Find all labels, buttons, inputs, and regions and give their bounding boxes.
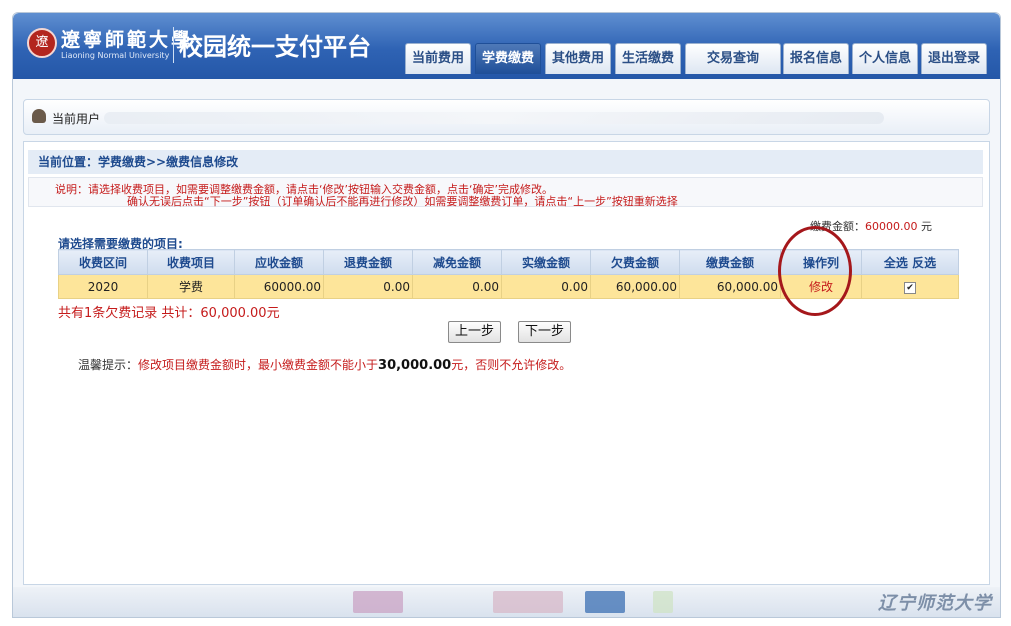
- col-period: 收费区间: [58, 249, 148, 275]
- footer: 辽宁师范大学: [13, 587, 1000, 617]
- payment-amount-value: 60000.00: [865, 220, 918, 233]
- warm-tips: 温馨提示：修改项目缴费金额时，最小缴费金额不能小于30,000.00元，否则不允…: [78, 356, 571, 373]
- header: 遼 遼寧師範大學 Liaoning Normal University 校园统一…: [13, 13, 1000, 79]
- cell-select: ✔: [861, 274, 959, 299]
- cell-refund: 0.00: [323, 274, 413, 299]
- tab-registration-info[interactable]: 报名信息: [783, 43, 849, 74]
- university-name-en: Liaoning Normal University: [61, 51, 170, 60]
- col-discount: 减免金额: [412, 249, 502, 275]
- col-receivable: 应收金额: [234, 249, 324, 275]
- tips-min-amount: 30,000.00: [378, 358, 452, 373]
- instructions-notice: 说明：请选择收费项目，如需要调整缴费金额，请点击‘修改’按钮输入交费金额，点击‘…: [28, 177, 983, 208]
- col-refund: 退费金额: [323, 249, 413, 275]
- cell-paid: 0.00: [501, 274, 591, 299]
- col-item: 收费项目: [147, 249, 235, 275]
- notice-line-2: 确认无误后点击“下一步”按钮（订单确认后不能再进行修改）如需要调整缴费订单，请点…: [127, 195, 678, 208]
- breadcrumb: 当前位置：学费缴费>>缴费信息修改: [28, 150, 983, 174]
- university-seal-logo: 遼: [27, 28, 57, 58]
- payment-amount-unit: 元: [921, 220, 932, 233]
- tips-prefix: 温馨提示：: [78, 358, 139, 372]
- footer-blur-3: [585, 591, 625, 613]
- tab-logout[interactable]: 退出登录: [921, 43, 987, 74]
- col-select-all-invert[interactable]: 全选 反选: [861, 249, 959, 275]
- footer-blur-2: [493, 591, 563, 613]
- app-frame: 遼 遼寧師範大學 Liaoning Normal University 校园统一…: [12, 12, 1001, 618]
- tab-transaction-query[interactable]: 交易查询: [685, 43, 781, 74]
- cell-payment: 60,000.00: [679, 274, 781, 299]
- col-owed: 欠费金额: [590, 249, 680, 275]
- tab-tuition-payment[interactable]: 学费缴费: [475, 43, 541, 74]
- main-content: 当前位置：学费缴费>>缴费信息修改 说明：请选择收费项目，如需要调整缴费金额，请…: [23, 141, 990, 585]
- cell-item: 学费: [147, 274, 235, 299]
- prev-step-button[interactable]: 上一步: [448, 321, 502, 343]
- tab-other-fees[interactable]: 其他费用: [545, 43, 611, 74]
- cell-receivable: 60000.00: [234, 274, 324, 299]
- arrears-summary: 共有1条欠费记录 共计：60,000.00元: [58, 306, 280, 321]
- header-divider: [173, 27, 174, 63]
- current-user-bar: 当前用户: [23, 99, 990, 135]
- user-icon: [32, 109, 46, 123]
- tab-current-fees[interactable]: 当前费用: [405, 43, 471, 74]
- highlight-circle-annotation: [778, 226, 852, 316]
- tips-text-2: 元，否则不允许修改。: [451, 358, 572, 372]
- next-step-button[interactable]: 下一步: [518, 321, 572, 343]
- col-payment: 缴费金额: [679, 249, 781, 275]
- col-paid: 实缴金额: [501, 249, 591, 275]
- blurred-user-info: [104, 112, 884, 124]
- footer-blur-1: [353, 591, 403, 613]
- tips-text-1: 修改项目缴费金额时，最小缴费金额不能小于: [138, 358, 379, 372]
- cell-owed: 60,000.00: [590, 274, 680, 299]
- footer-blur-4: [653, 591, 673, 613]
- current-user-label: 当前用户: [52, 112, 101, 126]
- cell-period: 2020: [58, 274, 148, 299]
- row-checkbox[interactable]: ✔: [904, 282, 916, 294]
- tab-personal-info[interactable]: 个人信息: [852, 43, 918, 74]
- tab-living-payment[interactable]: 生活缴费: [615, 43, 681, 74]
- platform-title: 校园统一支付平台: [179, 33, 371, 61]
- cell-discount: 0.00: [412, 274, 502, 299]
- footer-watermark: 辽宁师范大学: [878, 593, 992, 614]
